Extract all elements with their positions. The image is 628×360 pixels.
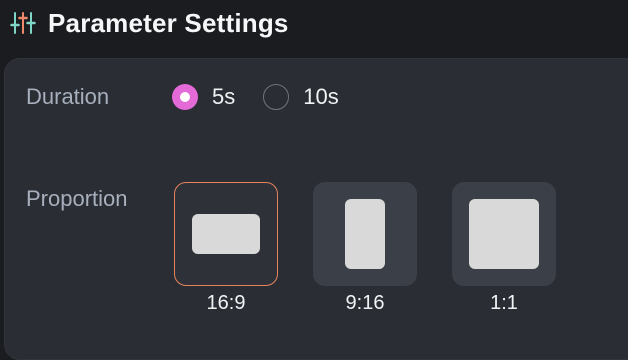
duration-label: Duration: [26, 84, 110, 109]
ratio-option-16-9[interactable]: 16:9: [174, 182, 278, 315]
duration-radio-group: 5s 10s: [172, 84, 339, 110]
duration-option-5s[interactable]: 5s: [172, 84, 235, 110]
square-ratio-icon: [469, 199, 539, 269]
portrait-ratio-icon: [345, 199, 385, 269]
ratio-label: 16:9: [206, 292, 246, 314]
ratio-card[interactable]: [452, 182, 556, 286]
ratio-card[interactable]: [174, 182, 278, 286]
landscape-ratio-icon: [192, 214, 260, 254]
ratio-card[interactable]: [313, 182, 417, 286]
radio-selected-icon[interactable]: [172, 84, 198, 110]
duration-option-label: 10s: [303, 84, 339, 109]
duration-option-label: 5s: [212, 84, 236, 109]
panel-title: Parameter Settings: [48, 7, 289, 38]
sliders-icon: [10, 12, 36, 34]
proportion-label: Proportion: [26, 186, 128, 211]
panel-header: Parameter Settings: [10, 6, 289, 40]
proportion-options: 16:9 9:16 1:1: [174, 182, 556, 315]
duration-option-10s[interactable]: 10s: [263, 84, 339, 110]
ratio-option-1-1[interactable]: 1:1: [452, 182, 556, 315]
ratio-option-9-16[interactable]: 9:16: [313, 182, 417, 315]
ratio-label: 9:16: [345, 292, 385, 314]
radio-unselected-icon[interactable]: [263, 84, 290, 110]
ratio-label: 1:1: [490, 292, 518, 314]
